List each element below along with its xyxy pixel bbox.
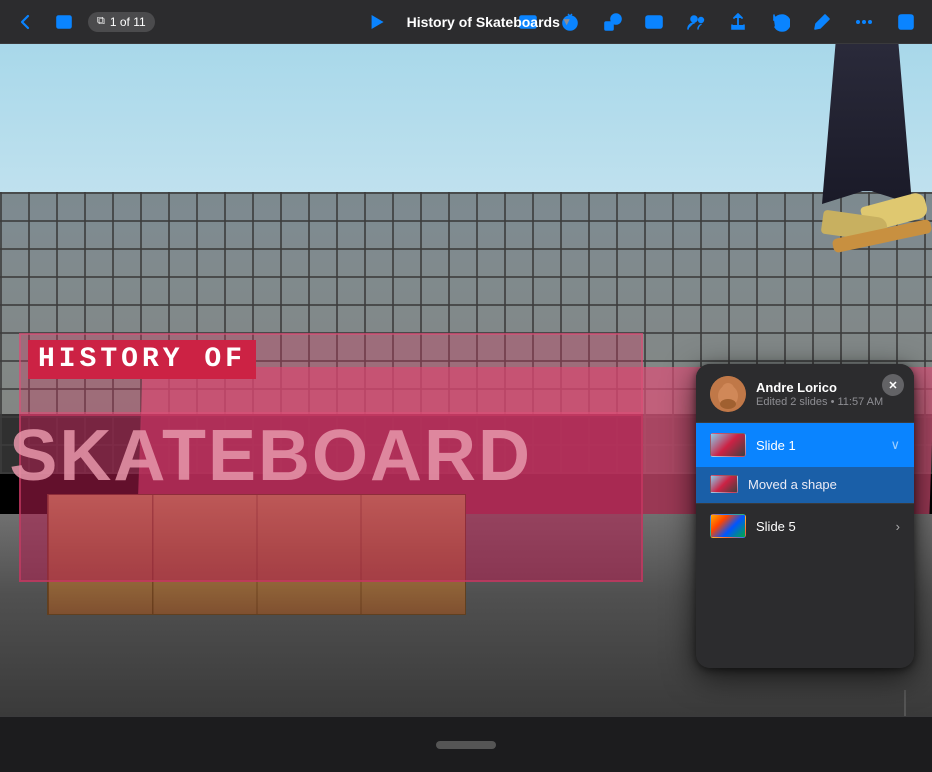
action-row[interactable]: Moved a shape: [696, 467, 914, 503]
popup-empty-area: [696, 548, 914, 668]
toolbar-center: History of Skateboards ▾: [363, 8, 570, 36]
undo-button[interactable]: [766, 8, 794, 36]
slide-title-history: HISTORY OF: [28, 340, 256, 379]
close-icon: ✕: [888, 379, 897, 392]
slide-title-skateboard: SKATEBOARD: [9, 420, 532, 492]
media-button[interactable]: [640, 8, 668, 36]
title-text: History of Skateboards: [407, 14, 560, 30]
popup-close-button[interactable]: ✕: [882, 374, 904, 396]
home-indicator: [436, 741, 496, 749]
more-button[interactable]: [850, 8, 878, 36]
slide1-thumbnail: [710, 433, 746, 457]
slide1-chevron-icon: ∨: [890, 437, 900, 453]
collaborate-button[interactable]: [682, 8, 710, 36]
popup-header: Andre Lorico Edited 2 slides • 11:57 AM …: [696, 364, 914, 423]
shapes-button[interactable]: [598, 8, 626, 36]
slides-panel-button[interactable]: [50, 8, 78, 36]
pen-button[interactable]: [808, 8, 836, 36]
slide-counter: ⧉ 1 of 11: [88, 12, 155, 32]
slide5-label: Slide 5: [756, 519, 892, 534]
popup-vertical-line: [904, 690, 906, 716]
action-text: Moved a shape: [748, 477, 837, 492]
toolbar-left: ⧉ 1 of 11: [12, 8, 155, 36]
play-button[interactable]: [363, 8, 391, 36]
slide5-thumbnail: [710, 514, 746, 538]
user-subtitle: Edited 2 slides • 11:57 AM: [756, 396, 900, 408]
user-name: Andre Lorico: [756, 380, 900, 395]
skateboard-text: SKATEBOARD: [9, 416, 532, 496]
toolbar: ⧉ 1 of 11 History of Skateboards ▾: [0, 0, 932, 44]
presentation-title[interactable]: History of Skateboards ▾: [407, 14, 570, 30]
slide-canvas[interactable]: HISTORY OF SKATEBOARD Andre Lorico Edite…: [0, 44, 932, 716]
save-button[interactable]: [892, 8, 920, 36]
toolbar-right: [514, 8, 920, 36]
user-info: Andre Lorico Edited 2 slides • 11:57 AM: [756, 380, 900, 408]
bottom-bar: [0, 716, 932, 772]
slide-skater: [712, 44, 932, 414]
share-button[interactable]: [724, 8, 752, 36]
slide-counter-text: 1 of 11: [110, 15, 146, 29]
slide-counter-icon: ⧉: [97, 15, 105, 28]
back-button[interactable]: [12, 8, 40, 36]
activity-popup: Andre Lorico Edited 2 slides • 11:57 AM …: [696, 364, 914, 668]
slide1-label: Slide 1: [756, 438, 886, 453]
history-of-text: HISTORY OF: [38, 344, 246, 375]
slide5-row[interactable]: Slide 5 ›: [696, 504, 914, 548]
skater-pants: [822, 44, 912, 204]
slide1-row[interactable]: Slide 1 ∨: [696, 423, 914, 467]
action-thumbnail: [710, 475, 738, 493]
user-avatar: [710, 376, 746, 412]
title-chevron-icon: ▾: [564, 15, 570, 28]
slide5-chevron-icon: ›: [896, 519, 900, 534]
